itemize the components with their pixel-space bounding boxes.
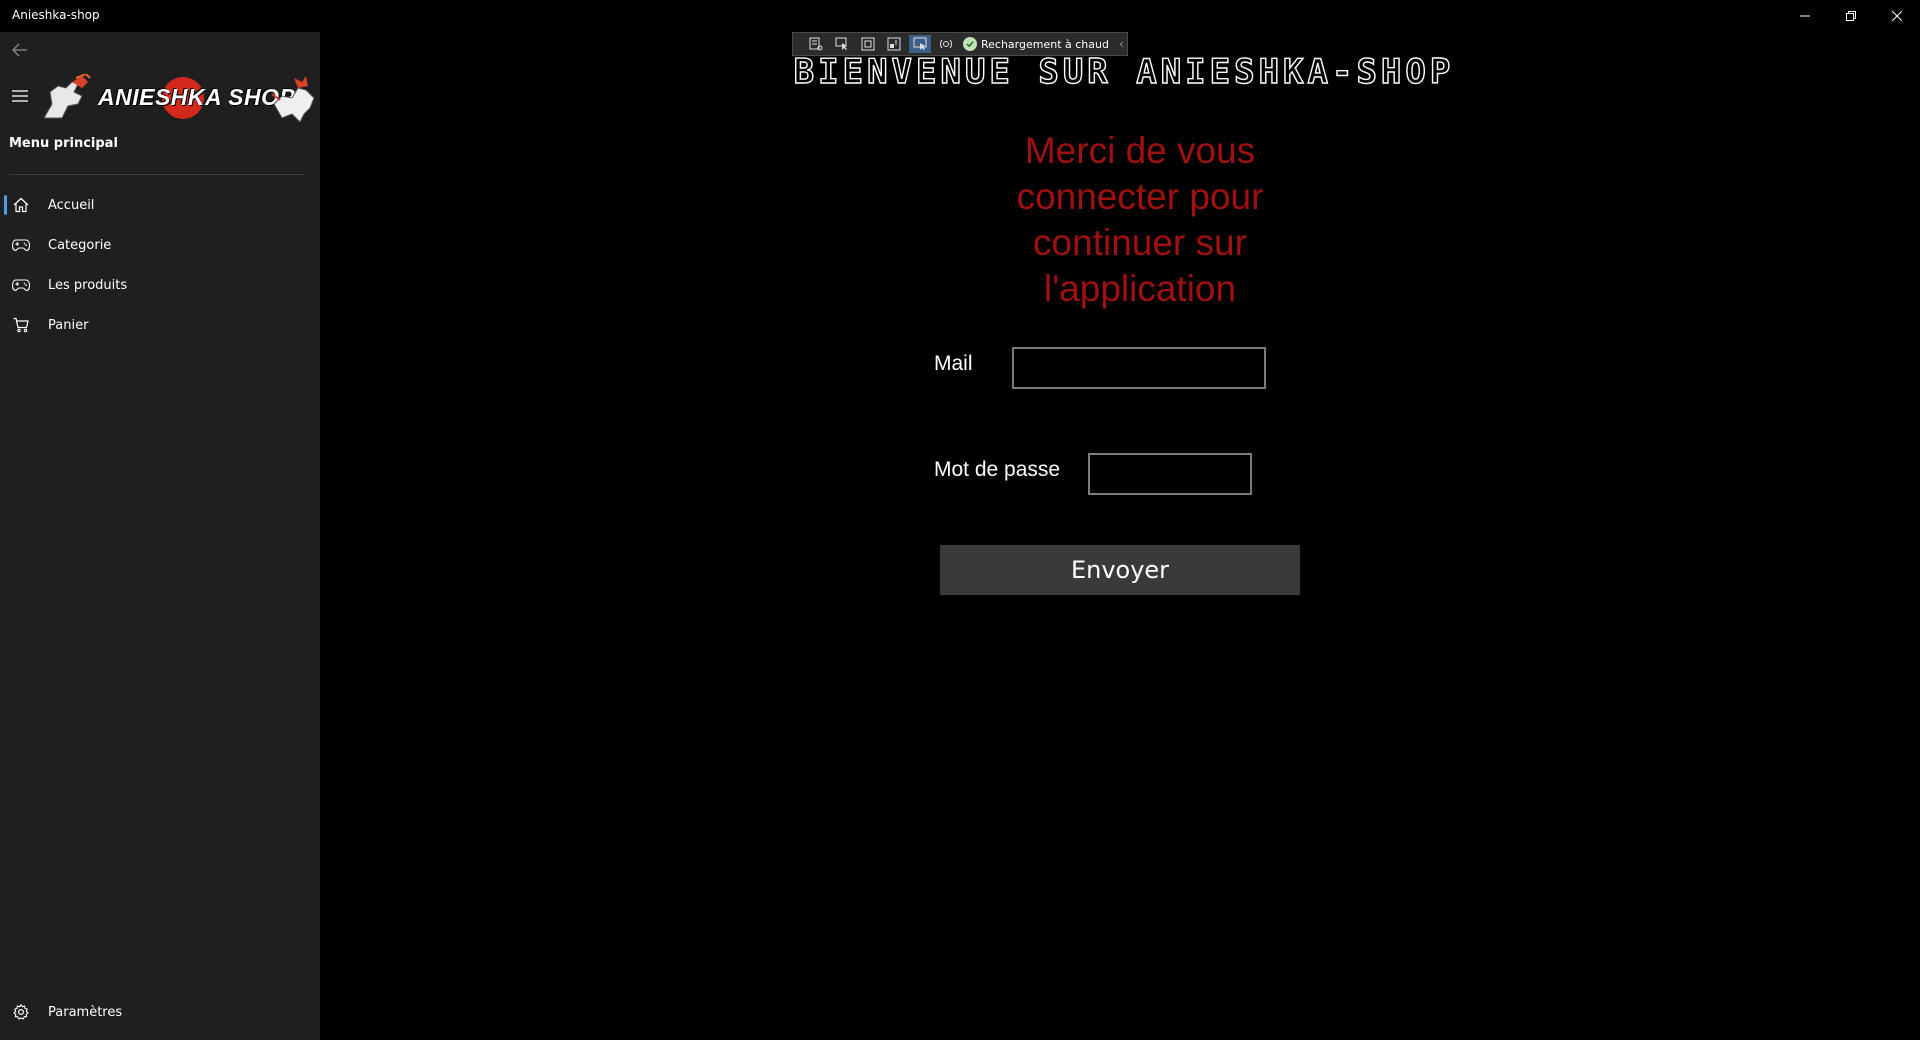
menu-divider (9, 174, 304, 175)
nav-item-parametres[interactable]: Paramètres (4, 994, 316, 1030)
display-accessibility-icon[interactable] (909, 35, 931, 53)
mail-input[interactable] (1012, 347, 1266, 389)
close-icon (1892, 11, 1902, 21)
wolf-right-icon (271, 76, 315, 123)
mail-label: Mail (934, 352, 973, 375)
display-layout-adorners-icon[interactable] (857, 35, 879, 53)
wolf-left-icon (43, 74, 91, 119)
home-icon (12, 196, 30, 214)
restore-icon (1846, 11, 1856, 21)
minimize-button[interactable] (1782, 0, 1828, 32)
close-button[interactable] (1874, 0, 1920, 32)
cart-icon (12, 316, 30, 334)
select-element-icon[interactable] (831, 35, 853, 53)
xaml-debug-toolbar: Rechargement à chaud ‹ (792, 32, 1128, 56)
password-label: Mot de passe (934, 458, 1061, 481)
menu-heading: Menu principal (9, 136, 118, 151)
nav-item-label: Paramètres (48, 1004, 123, 1020)
accessibility-checker-icon[interactable] (935, 35, 957, 53)
main-content: Rechargement à chaud ‹ BIENVENUE SUR ANI… (320, 0, 1920, 1040)
menu-toggle-button[interactable] (6, 82, 34, 110)
restore-button[interactable] (1828, 0, 1874, 32)
hamburger-icon (12, 90, 28, 102)
logo-text: ANIESHKA SHOP (98, 84, 296, 110)
live-visual-tree-icon[interactable] (805, 35, 827, 53)
nav-item-categorie[interactable]: Categorie (4, 227, 316, 263)
app-title: Anieshka-shop (12, 8, 100, 22)
title-bar: Anieshka-shop (0, 0, 1920, 32)
nav-item-label: Categorie (48, 237, 112, 253)
nav-item-label: Les produits (48, 277, 128, 293)
back-arrow-icon (12, 43, 27, 57)
track-focus-icon[interactable] (883, 35, 905, 53)
app-logo: ANIESHKA SHOP (38, 70, 320, 126)
hot-reload-status: Rechargement à chaud (963, 37, 1109, 51)
nav-item-accueil[interactable]: Accueil (4, 187, 316, 223)
gamepad-icon (12, 236, 30, 254)
nav-item-les-produits[interactable]: Les produits (4, 267, 316, 303)
password-input[interactable] (1088, 453, 1252, 495)
send-button[interactable]: Envoyer (940, 545, 1300, 595)
hot-reload-label: Rechargement à chaud (981, 37, 1109, 51)
login-message: Merci de vous connecter pour continuer s… (1016, 130, 1264, 309)
back-button[interactable] (6, 36, 34, 64)
gear-icon (12, 1003, 30, 1021)
collapse-chevron-icon[interactable]: ‹ (1119, 37, 1124, 51)
navigation-pane: ANIESHKA SHOP Menu principal Accueil Cat… (0, 32, 320, 1040)
minimize-icon (1800, 15, 1810, 17)
nav-item-label: Panier (48, 317, 89, 333)
welcome-title: BIENVENUE SUR ANIESHKA-SHOP (793, 51, 1455, 92)
nav-item-label: Accueil (48, 197, 95, 213)
gamepad-icon (12, 276, 30, 294)
nav-item-panier[interactable]: Panier (4, 307, 316, 343)
check-icon (963, 37, 977, 51)
